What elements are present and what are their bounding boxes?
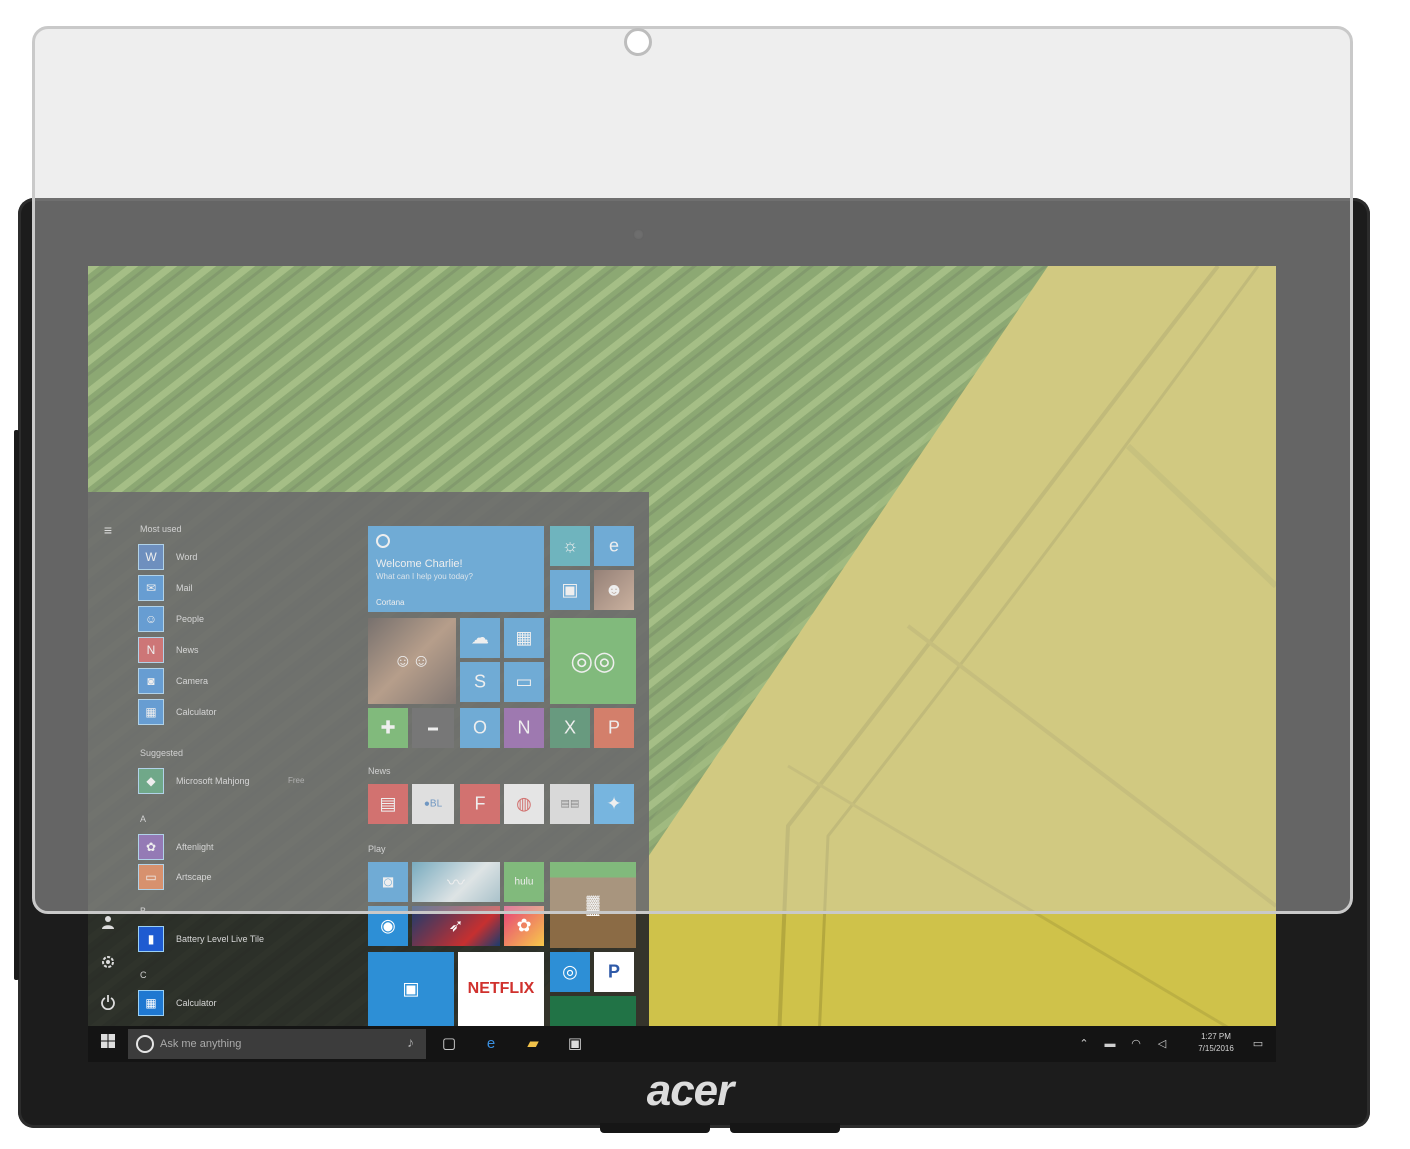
windows-start-icon[interactable] xyxy=(97,1033,119,1055)
settings-icon[interactable] xyxy=(98,954,118,974)
chevron-up-icon[interactable]: ⌃ xyxy=(1076,1036,1092,1052)
clock[interactable]: 1:27 PM 7/15/2016 xyxy=(1194,1031,1238,1055)
candy-icon: ✿ xyxy=(516,915,532,936)
microphone-icon[interactable]: ♪ xyxy=(407,1034,414,1050)
camera-cutout xyxy=(624,28,652,56)
file-explorer-icon[interactable]: ▰ xyxy=(522,1033,544,1055)
tile-pandora[interactable]: P xyxy=(594,952,634,992)
store-icon[interactable]: ▣ xyxy=(564,1033,586,1055)
hinge-right xyxy=(730,1123,840,1133)
tile-groove[interactable]: ◎ xyxy=(550,952,590,992)
tile-netflix[interactable]: NETFLIX xyxy=(458,952,544,1026)
app-item-battery[interactable]: ▮ Battery Level Live Tile xyxy=(136,926,356,952)
xbox-icon: ◉ xyxy=(380,915,396,936)
tile-movies[interactable]: ▣ xyxy=(368,952,454,1026)
wifi-icon[interactable]: ◠ xyxy=(1128,1036,1144,1052)
netflix-label: NETFLIX xyxy=(467,980,535,997)
clock-time: 1:27 PM xyxy=(1201,1032,1231,1041)
cortana-search-box[interactable]: Ask me anything ♪ xyxy=(128,1029,426,1059)
brand-logo: acer xyxy=(646,1066,735,1115)
clock-date: 7/15/2016 xyxy=(1198,1044,1234,1053)
volume-icon[interactable]: ◁ xyxy=(1154,1036,1170,1052)
cortana-circle-icon xyxy=(136,1035,154,1053)
screen-protector-film xyxy=(32,26,1353,914)
pandora-label: P xyxy=(607,961,620,982)
car-icon: ➶ xyxy=(448,915,464,936)
battery-tray-icon[interactable]: ▬ xyxy=(1102,1036,1118,1052)
app-label: Battery Level Live Tile xyxy=(176,934,265,944)
music-icon: ◎ xyxy=(562,961,578,982)
edge-icon[interactable]: e xyxy=(480,1033,502,1055)
taskbar: Ask me anything ♪ ▢ e ▰ ▣ ⌃ ▬ ◠ ◁ 1:27 P… xyxy=(88,1026,1276,1062)
power-icon[interactable] xyxy=(98,994,118,1014)
app-label: Calculator xyxy=(176,998,217,1008)
side-button xyxy=(14,430,19,980)
search-placeholder: Ask me anything xyxy=(160,1038,242,1050)
tile-green-bottom[interactable] xyxy=(550,996,636,1026)
user-icon[interactable] xyxy=(98,914,118,934)
task-view-icon[interactable]: ▢ xyxy=(438,1033,460,1055)
calculator-icon: ▦ xyxy=(138,990,164,1016)
app-item-calculator-2[interactable]: ▦ Calculator xyxy=(136,990,356,1016)
action-center-icon[interactable]: ▭ xyxy=(1250,1036,1266,1052)
hinge-left xyxy=(600,1123,710,1133)
battery-icon: ▮ xyxy=(138,926,164,952)
film-icon: ▣ xyxy=(402,978,420,999)
letter-c-heading[interactable]: C xyxy=(140,970,147,980)
